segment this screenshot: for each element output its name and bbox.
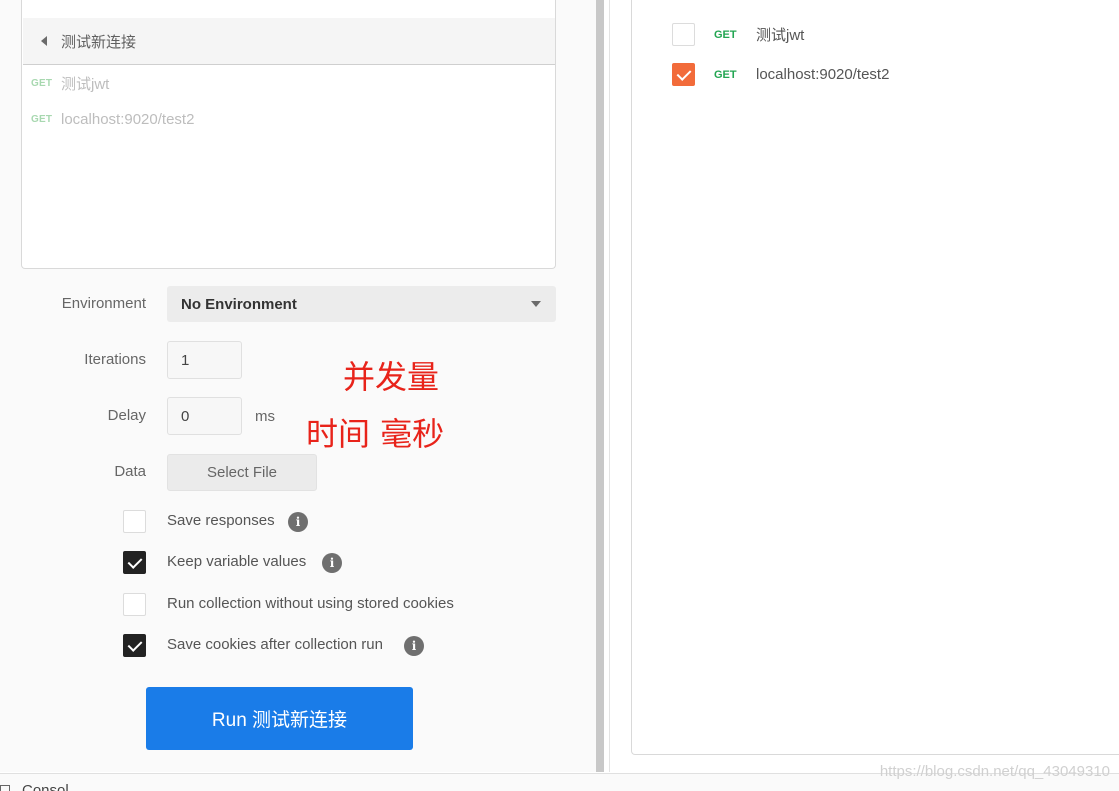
delay-input[interactable]: [167, 397, 242, 435]
request-name: 测试jwt: [61, 76, 110, 93]
request-name: localhost:9020/test2: [756, 66, 890, 83]
watermark: https://blog.csdn.net/qq_43049310: [879, 763, 1110, 780]
select-file-button[interactable]: Select File: [167, 454, 317, 491]
save-responses-checkbox[interactable]: [123, 510, 146, 533]
caret-left-icon[interactable]: [41, 36, 47, 46]
collection-header[interactable]: 测试新连接: [23, 18, 555, 65]
run-collection-button[interactable]: Run 测试新连接: [146, 687, 413, 750]
iterations-label: Iterations: [84, 351, 146, 368]
run-order-panel: GET 测试jwt GET localhost:9020/test2: [631, 0, 1119, 755]
environment-label: Environment: [61, 295, 146, 312]
request-method: GET: [31, 78, 53, 89]
keep-variable-values-checkbox[interactable]: [123, 551, 146, 574]
iterations-input[interactable]: [167, 341, 242, 379]
delay-label: Delay: [107, 407, 146, 424]
run-order-item[interactable]: GET localhost:9020/test2: [672, 63, 889, 86]
panel-scrollbar[interactable]: [596, 0, 604, 772]
delay-unit: ms: [255, 408, 275, 425]
environment-value: No Environment: [181, 295, 297, 313]
runner-config-panel: 测试新连接 GET 测试jwt GET localhost:9020/test2…: [0, 0, 596, 772]
info-icon[interactable]: i: [322, 553, 342, 573]
request-name: localhost:9020/test2: [61, 111, 195, 128]
collection-name: 测试新连接: [61, 33, 137, 51]
request-checkbox[interactable]: [672, 23, 695, 46]
request-item[interactable]: GET 测试jwt: [31, 73, 109, 94]
keep-variable-values-label: Keep variable values: [167, 553, 307, 570]
caret-down-icon: [531, 301, 541, 307]
request-method: GET: [714, 68, 737, 81]
request-item[interactable]: GET localhost:9020/test2: [31, 111, 194, 128]
save-cookies-label: Save cookies after collection run: [167, 636, 383, 653]
info-icon[interactable]: i: [288, 512, 308, 532]
request-checkbox[interactable]: [672, 63, 695, 86]
no-cookies-label: Run collection without using stored cook…: [167, 595, 454, 612]
panel-divider[interactable]: [609, 0, 610, 772]
annotation-concurrency: 并发量: [343, 358, 440, 396]
request-method: GET: [31, 114, 53, 125]
request-name: 测试jwt: [756, 27, 805, 44]
save-cookies-checkbox[interactable]: [123, 634, 146, 657]
console-icon[interactable]: [0, 785, 10, 791]
request-method: GET: [714, 28, 737, 41]
annotation-time-ms: 时间 毫秒: [306, 415, 445, 453]
save-responses-label: Save responses: [167, 512, 275, 529]
data-label: Data: [114, 463, 146, 480]
no-cookies-checkbox[interactable]: [123, 593, 146, 616]
run-order-item[interactable]: GET 测试jwt: [672, 23, 804, 46]
console-label[interactable]: Consol: [22, 782, 69, 791]
collection-tree: 测试新连接 GET 测试jwt GET localhost:9020/test2: [21, 0, 556, 269]
info-icon[interactable]: i: [404, 636, 424, 656]
environment-select[interactable]: No Environment: [167, 286, 556, 322]
